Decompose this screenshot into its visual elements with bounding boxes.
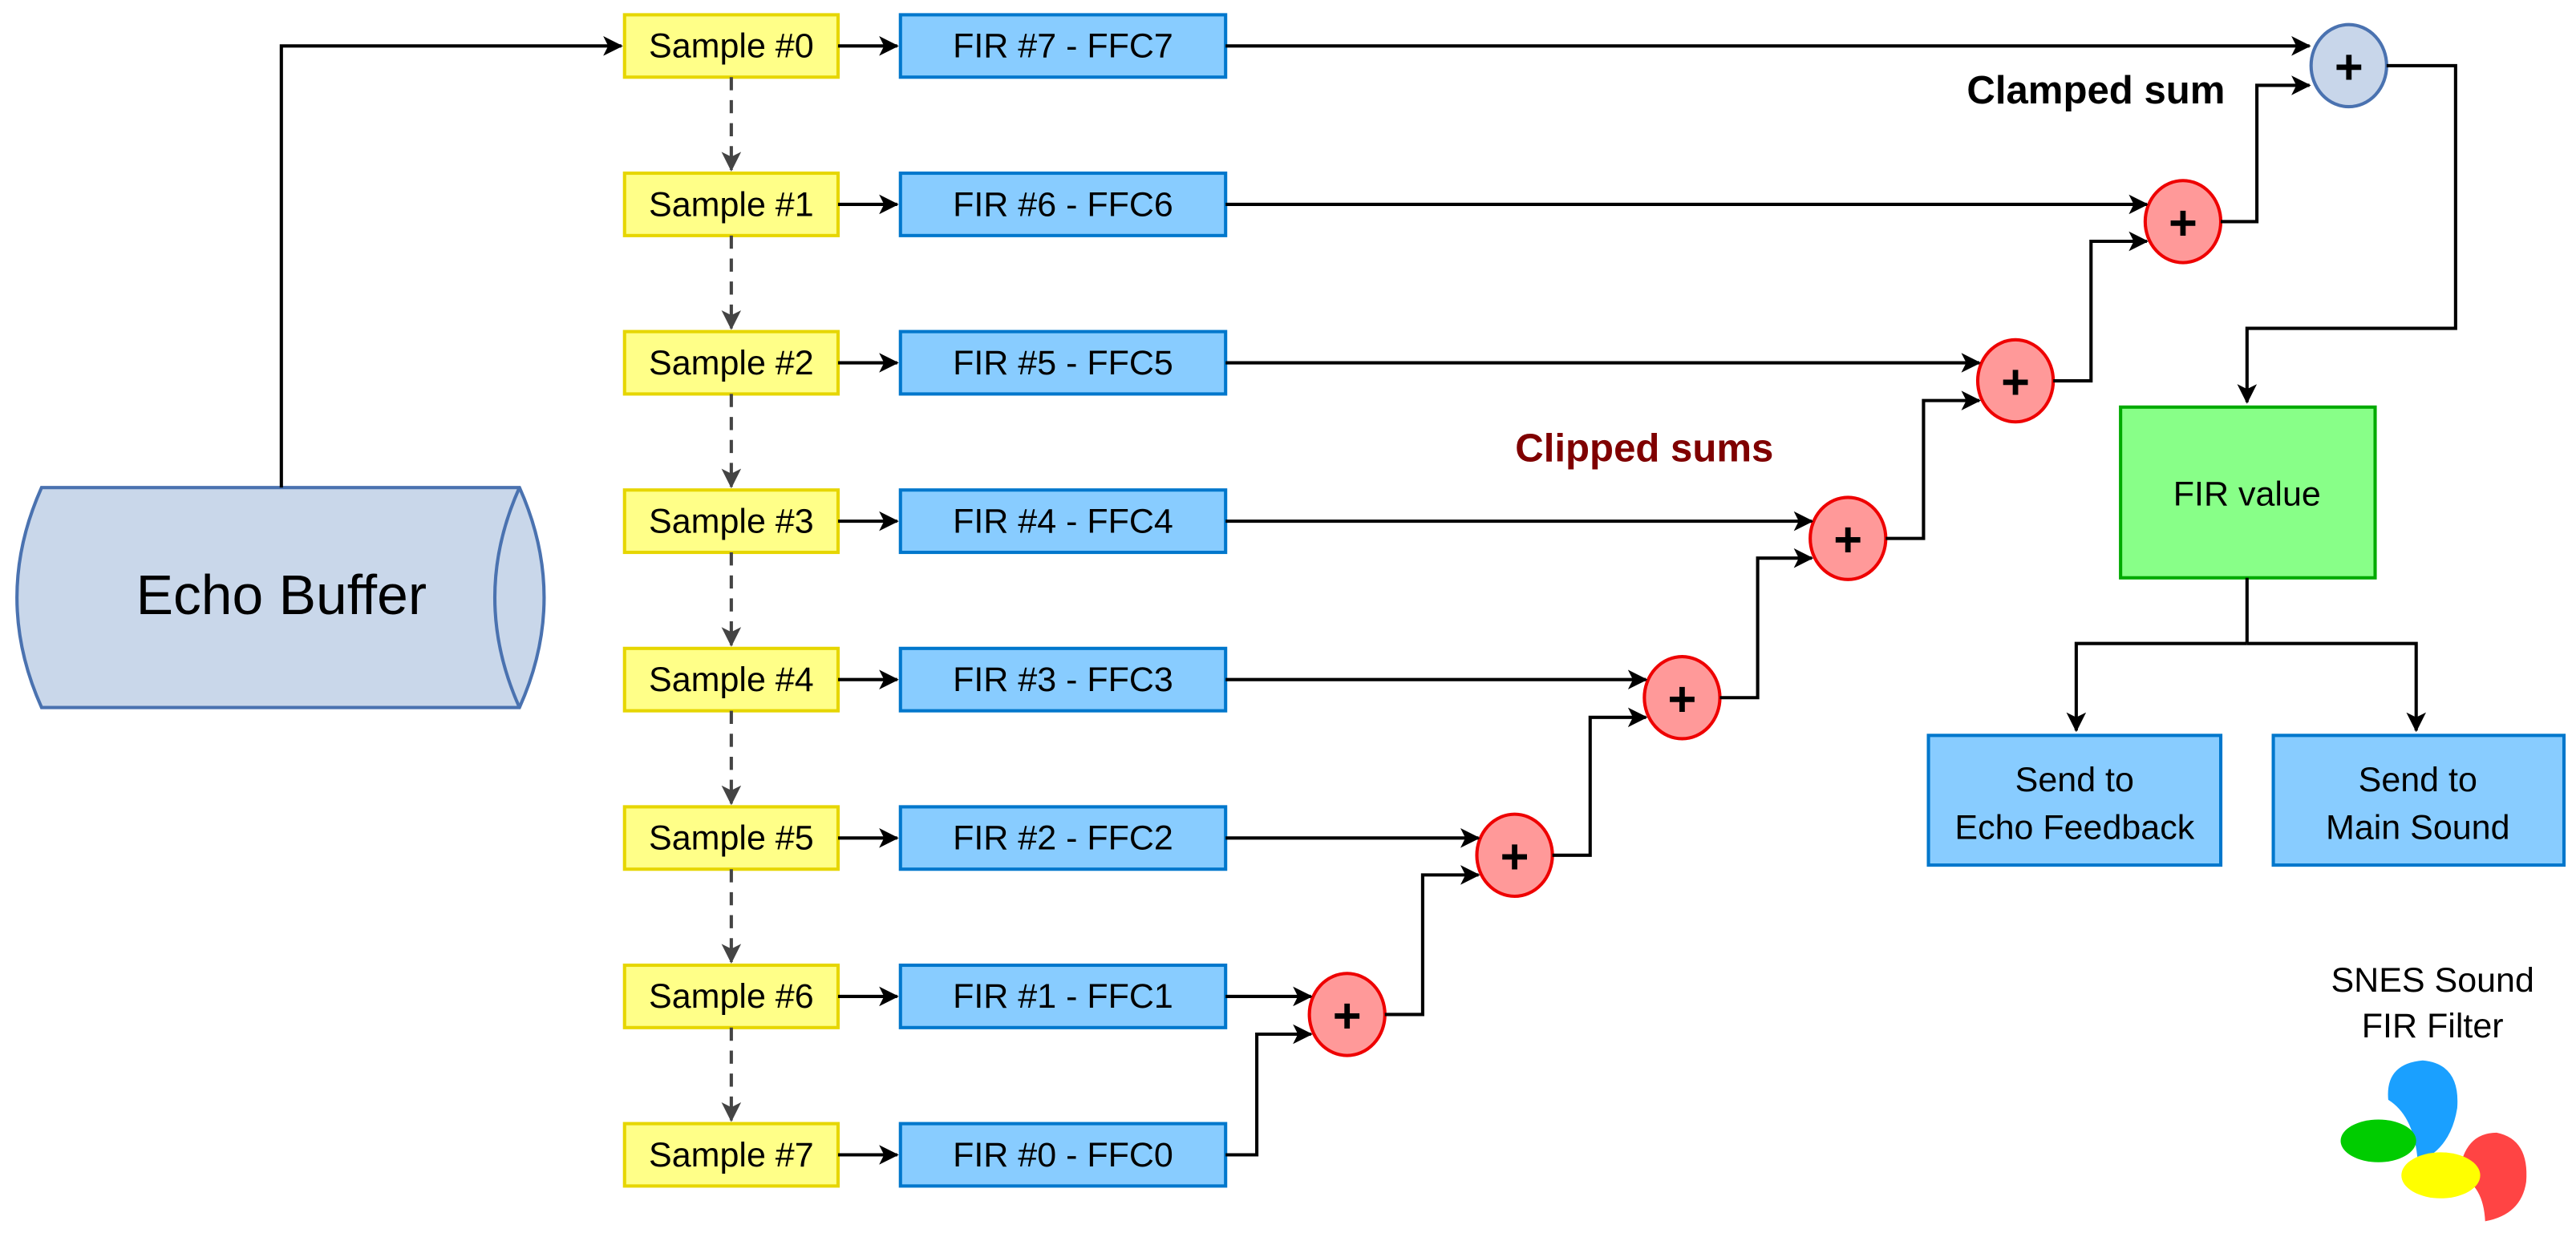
fir-tap-label: FIR #4 - FFC4 <box>953 502 1173 540</box>
plus-icon: + <box>1667 672 1696 727</box>
fir-tap-box-6[interactable]: FIR #1 - FFC1 <box>898 963 1228 1029</box>
clipped-adder-5: + <box>2143 179 2223 265</box>
plus-icon: + <box>1333 988 1362 1044</box>
edge-output-to-main-sound <box>2246 641 2426 733</box>
sample-box-0[interactable]: Sample #0 <box>622 13 840 79</box>
fir-tap-label: FIR #1 - FFC1 <box>953 977 1173 1016</box>
sample-label: Sample #3 <box>649 502 814 540</box>
sample-box-4[interactable]: Sample #4 <box>622 646 840 713</box>
diagram-title-line-1: SNES Sound <box>2331 961 2533 1000</box>
sample-box-2[interactable]: Sample #2 <box>622 329 840 396</box>
sample-label: Sample #1 <box>649 185 814 224</box>
fir-tap-label: FIR #3 - FFC3 <box>953 661 1173 699</box>
plus-icon: + <box>2169 196 2197 251</box>
sample-box-5[interactable]: Sample #5 <box>622 805 840 871</box>
sample-box-6[interactable]: Sample #6 <box>622 963 840 1029</box>
plus-icon: + <box>1833 512 1862 568</box>
edge-sum-chain <box>1719 548 1814 700</box>
sample-box-1[interactable]: Sample #1 <box>622 171 840 237</box>
sample-label: Sample #7 <box>649 1136 814 1174</box>
clipped-adder-3: + <box>1808 495 1888 581</box>
sample-box-7[interactable]: Sample #7 <box>622 1122 840 1188</box>
fir-tap-label: FIR #2 - FFC2 <box>953 819 1173 858</box>
logo-yellow-button <box>2401 1152 2481 1199</box>
sample-box-3[interactable]: Sample #3 <box>622 488 840 555</box>
edge-sum-chain <box>2053 231 2149 383</box>
sample-label: Sample #6 <box>649 977 814 1016</box>
plus-icon: + <box>1501 829 1529 884</box>
send-to-echo-feedback-box[interactable]: Send to Echo Feedback <box>1926 734 2223 867</box>
echo-buffer[interactable]: Echo Buffer <box>15 486 546 709</box>
main-sound-line-2: Main Sound <box>2326 808 2510 847</box>
clipped-adder-4: + <box>1975 338 2056 424</box>
clamped-sum-label: Clamped sum <box>1966 69 2225 112</box>
send-to-main-sound-box[interactable]: Send to Main Sound <box>2271 734 2566 867</box>
echo-feedback-line-2: Echo Feedback <box>1954 808 2194 847</box>
plus-icon: + <box>2001 355 2030 410</box>
edge-sum-chain <box>1552 707 1648 857</box>
fir-tap-label: FIR #6 - FFC6 <box>953 185 1173 224</box>
echo-feedback-line-1: Send to <box>2015 761 2134 799</box>
fir-tap-label: FIR #7 - FFC7 <box>953 27 1173 66</box>
edge-output-to-echo-feedback <box>2066 641 2247 733</box>
sample-label: Sample #4 <box>649 661 814 699</box>
fir-tap-box-3[interactable]: FIR #4 - FFC4 <box>898 488 1228 555</box>
fir-value-box[interactable]: FIR value <box>2119 405 2377 580</box>
fir-filter-diagram: Echo Buffer Sample #0 FIR #7 - FFC7 Sample… <box>15 13 2566 1222</box>
fir-value-label: FIR value <box>2173 475 2321 514</box>
fir-tap-box-0[interactable]: FIR #7 - FFC7 <box>898 13 1228 79</box>
fir-tap-box-7[interactable]: FIR #0 - FFC0 <box>898 1122 1228 1188</box>
edge-sum-chain <box>1384 865 1480 1017</box>
fir-tap-box-1[interactable]: FIR #6 - FFC6 <box>898 171 1228 237</box>
fir-tap-box-5[interactable]: FIR #2 - FFC2 <box>898 805 1228 871</box>
edge-clamped-to-output <box>2237 63 2457 404</box>
main-sound-line-1: Send to <box>2359 761 2477 799</box>
edge-buffer-to-sample-0 <box>279 36 623 488</box>
fir-tap-label: FIR #5 - FFC5 <box>953 344 1173 382</box>
edge-clipped-to-clamped <box>2221 75 2311 224</box>
fir-tap-box-2[interactable]: FIR #5 - FFC5 <box>898 329 1228 396</box>
clipped-sums-label: Clipped sums <box>1515 426 1773 470</box>
fir-tap-box-4[interactable]: FIR #3 - FFC3 <box>898 646 1228 713</box>
diagram-title-line-2: FIR Filter <box>2362 1007 2504 1045</box>
sample-label: Sample #0 <box>649 27 814 66</box>
echo-buffer-label: Echo Buffer <box>136 564 427 626</box>
sample-label: Sample #5 <box>649 819 814 858</box>
edge-sum-chain <box>1225 1024 1313 1157</box>
edge-sum-chain <box>1885 390 1982 540</box>
sample-label: Sample #2 <box>649 344 814 382</box>
logo-green-button <box>2340 1119 2416 1162</box>
clipped-adder-2: + <box>1642 655 1722 741</box>
fir-tap-label: FIR #0 - FFC0 <box>953 1136 1173 1174</box>
clipped-adder-1: + <box>1475 812 1554 899</box>
snes-logo-icon <box>2340 1060 2527 1222</box>
clamped-adder: + <box>2309 22 2388 109</box>
plus-icon: + <box>2335 39 2363 95</box>
clipped-adder-0: + <box>1307 972 1387 1057</box>
